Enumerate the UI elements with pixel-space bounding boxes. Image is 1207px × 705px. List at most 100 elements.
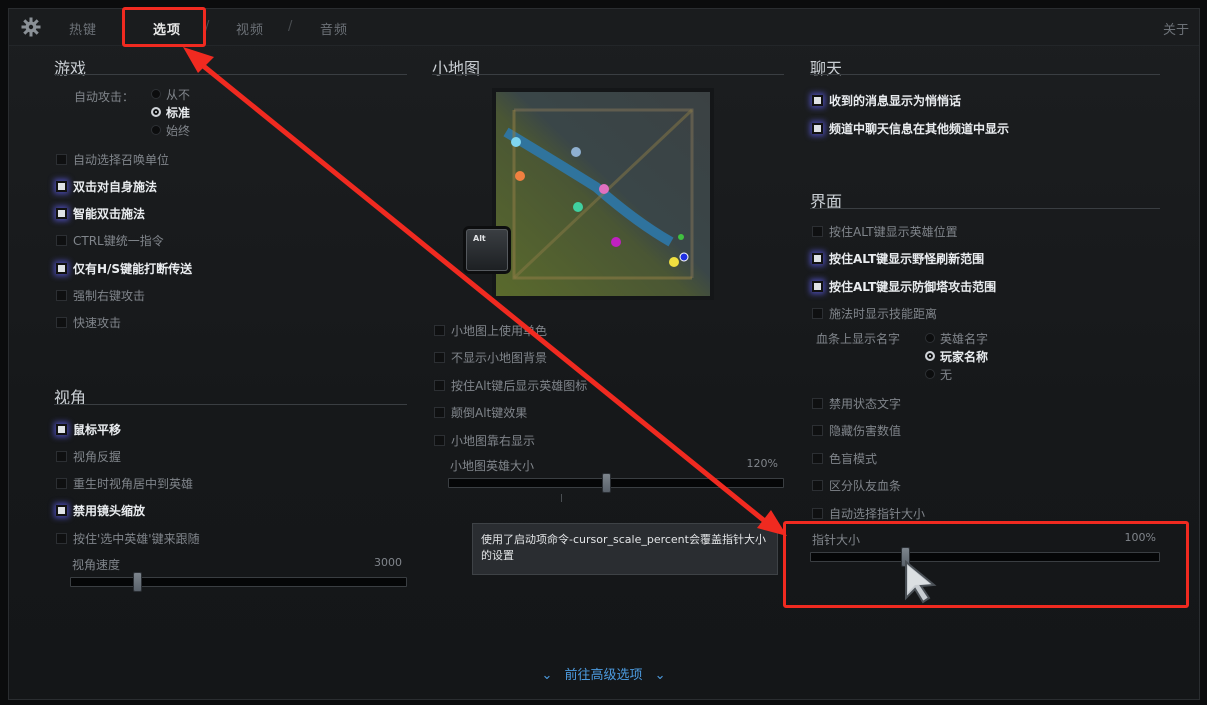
game-checkbox-5[interactable]: 强制右键攻击 bbox=[56, 287, 145, 305]
radio-button[interactable] bbox=[925, 333, 935, 343]
section-divider bbox=[54, 404, 407, 405]
minimap-checkbox-1[interactable]: 不显示小地图背景 bbox=[434, 349, 547, 367]
checkbox-label: 不显示小地图背景 bbox=[451, 351, 548, 365]
checkbox-box[interactable] bbox=[56, 478, 67, 490]
minimap-checkbox-4[interactable]: 小地图靠右显示 bbox=[434, 431, 535, 449]
checkbox-box[interactable] bbox=[56, 262, 67, 274]
interface-b-checkbox-1[interactable]: 隐藏伤害数值 bbox=[812, 422, 901, 440]
autoattack-radio-0[interactable]: 从不 bbox=[151, 86, 190, 102]
camera-checkbox-0[interactable]: 鼠标平移 bbox=[56, 420, 121, 438]
chat-checkbox-0[interactable]: 收到的消息显示为悄悄话 bbox=[812, 91, 961, 109]
checkbox-box[interactable] bbox=[56, 208, 67, 220]
minimap-checkbox-2[interactable]: 按住Alt键后显示英雄图标 bbox=[434, 376, 587, 394]
checkbox-box[interactable] bbox=[812, 425, 823, 437]
interface-checkbox-3[interactable]: 施法时显示技能距离 bbox=[812, 305, 937, 323]
minimap-hero-size-slider-handle[interactable] bbox=[601, 473, 611, 493]
checkbox-box[interactable] bbox=[56, 450, 67, 462]
radio-button[interactable] bbox=[925, 369, 935, 379]
checkbox-label: 按住Alt键后显示英雄图标 bbox=[451, 378, 588, 393]
checkbox-label: 视角反握 bbox=[73, 449, 122, 464]
radio-label: 从不 bbox=[166, 87, 191, 102]
checkbox-label: CTRL键统一指令 bbox=[73, 234, 164, 249]
tab-audio[interactable]: 音频 bbox=[320, 19, 348, 38]
checkbox-box[interactable] bbox=[812, 452, 823, 464]
checkbox-box[interactable] bbox=[56, 423, 67, 435]
healthbar-radio-0[interactable]: 英雄名字 bbox=[925, 330, 988, 346]
checkbox-box[interactable] bbox=[56, 180, 67, 192]
gear-icon[interactable] bbox=[21, 17, 41, 37]
game-checkbox-6[interactable]: 快速攻击 bbox=[56, 314, 121, 332]
checkbox-box[interactable] bbox=[812, 225, 823, 237]
interface-checkbox-2[interactable]: 按住ALT键显示防御塔攻击范围 bbox=[812, 277, 996, 295]
chevron-down-icon: ⌄ bbox=[541, 668, 553, 683]
nav-separator: / bbox=[288, 19, 293, 34]
checkbox-box[interactable] bbox=[812, 253, 823, 265]
annotation-highlight-cursor-size bbox=[783, 521, 1189, 608]
camera-checkbox-1[interactable]: 视角反握 bbox=[56, 447, 121, 465]
about-link[interactable]: 关于 bbox=[1163, 19, 1189, 38]
healthbar-radio-2[interactable]: 无 bbox=[925, 366, 952, 382]
checkbox-box[interactable] bbox=[56, 235, 67, 247]
tab-video[interactable]: 视频 bbox=[236, 19, 264, 38]
section-title-game: 游戏 bbox=[54, 59, 87, 78]
checkbox-label: 重生时视角居中到英雄 bbox=[73, 477, 194, 492]
checkbox-box[interactable] bbox=[812, 280, 823, 292]
camera-speed-slider[interactable] bbox=[70, 577, 407, 587]
advanced-options-link[interactable]: ⌄ 前往高级选项 ⌄ bbox=[0, 664, 1207, 683]
checkbox-box[interactable] bbox=[56, 532, 67, 544]
checkbox-box[interactable] bbox=[56, 290, 67, 301]
camera-checkbox-4[interactable]: 按住'选中英雄'键来跟随 bbox=[56, 529, 200, 547]
interface-b-checkbox-3[interactable]: 区分队友血条 bbox=[812, 477, 901, 495]
checkbox-label: 按住ALT键显示英雄位置 bbox=[829, 224, 958, 239]
radio-button[interactable] bbox=[925, 351, 935, 361]
checkbox-box[interactable] bbox=[812, 397, 823, 409]
checkbox-box[interactable] bbox=[56, 153, 67, 165]
interface-b-checkbox-0[interactable]: 禁用状态文字 bbox=[812, 394, 901, 412]
game-checkbox-4[interactable]: 仅有H/S键能打断传送 bbox=[56, 259, 192, 277]
checkbox-box[interactable] bbox=[56, 317, 67, 329]
checkbox-box[interactable] bbox=[434, 352, 445, 363]
checkbox-box[interactable] bbox=[434, 324, 445, 336]
section-title-chat: 聊天 bbox=[810, 59, 843, 78]
radio-button[interactable] bbox=[151, 125, 161, 135]
checkbox-box[interactable] bbox=[56, 505, 67, 517]
radio-button[interactable] bbox=[151, 89, 161, 99]
radio-label: 标准 bbox=[166, 105, 191, 120]
game-checkbox-3[interactable]: CTRL键统一指令 bbox=[56, 232, 164, 250]
checkbox-box[interactable] bbox=[434, 434, 445, 446]
game-checkbox-1[interactable]: 双击对自身施法 bbox=[56, 177, 157, 195]
checkbox-box[interactable] bbox=[812, 122, 823, 134]
interface-checkbox-1[interactable]: 按住ALT键显示野怪刷新范围 bbox=[812, 250, 984, 268]
interface-b-checkbox-2[interactable]: 色盲模式 bbox=[812, 449, 877, 467]
chat-checkbox-1[interactable]: 频道中聊天信息在其他频道中显示 bbox=[812, 119, 1009, 137]
minimap-checkbox-3[interactable]: 颠倒Alt键效果 bbox=[434, 404, 527, 422]
camera-speed-label: 视角速度 bbox=[72, 558, 121, 572]
minimap-hero-size-slider[interactable] bbox=[448, 478, 784, 488]
interface-b-checkbox-4[interactable]: 自动选择指针大小 bbox=[812, 504, 925, 522]
autoattack-radio-1[interactable]: 标准 bbox=[151, 104, 190, 120]
minimap-checkbox-0[interactable]: 小地图上使用单色 bbox=[434, 321, 547, 339]
interface-checkbox-0[interactable]: 按住ALT键显示英雄位置 bbox=[812, 222, 958, 240]
autoattack-radio-2[interactable]: 始终 bbox=[151, 122, 190, 138]
checkbox-box[interactable] bbox=[812, 94, 823, 106]
camera-checkbox-3[interactable]: 禁用镜头缩放 bbox=[56, 502, 145, 520]
checkbox-box[interactable] bbox=[812, 480, 823, 492]
checkbox-box[interactable] bbox=[434, 407, 445, 418]
checkbox-box[interactable] bbox=[812, 507, 823, 519]
checkbox-box[interactable] bbox=[812, 308, 823, 320]
checkbox-box[interactable] bbox=[434, 379, 445, 391]
camera-speed-slider-handle[interactable] bbox=[133, 572, 143, 592]
healthbar-radio-1[interactable]: 玩家名称 bbox=[925, 348, 988, 364]
game-checkbox-0[interactable]: 自动选择召唤单位 bbox=[56, 150, 169, 168]
game-checkbox-2[interactable]: 智能双击施法 bbox=[56, 205, 145, 223]
camera-checkbox-2[interactable]: 重生时视角居中到英雄 bbox=[56, 475, 193, 493]
tooltip: 使用了启动项命令-cursor_scale_percent会覆盖指针大小的设置 bbox=[472, 523, 778, 575]
tab-hotkeys[interactable]: 热键 bbox=[69, 19, 97, 38]
checkbox-label: 颠倒Alt键效果 bbox=[451, 406, 528, 420]
checkbox-label: 按住ALT键显示防御塔攻击范围 bbox=[829, 279, 997, 294]
checkbox-label: 色盲模式 bbox=[829, 451, 878, 466]
radio-label: 英雄名字 bbox=[940, 331, 989, 346]
checkbox-label: 双击对自身施法 bbox=[73, 179, 158, 194]
section-divider bbox=[432, 74, 784, 75]
radio-button[interactable] bbox=[151, 107, 161, 117]
